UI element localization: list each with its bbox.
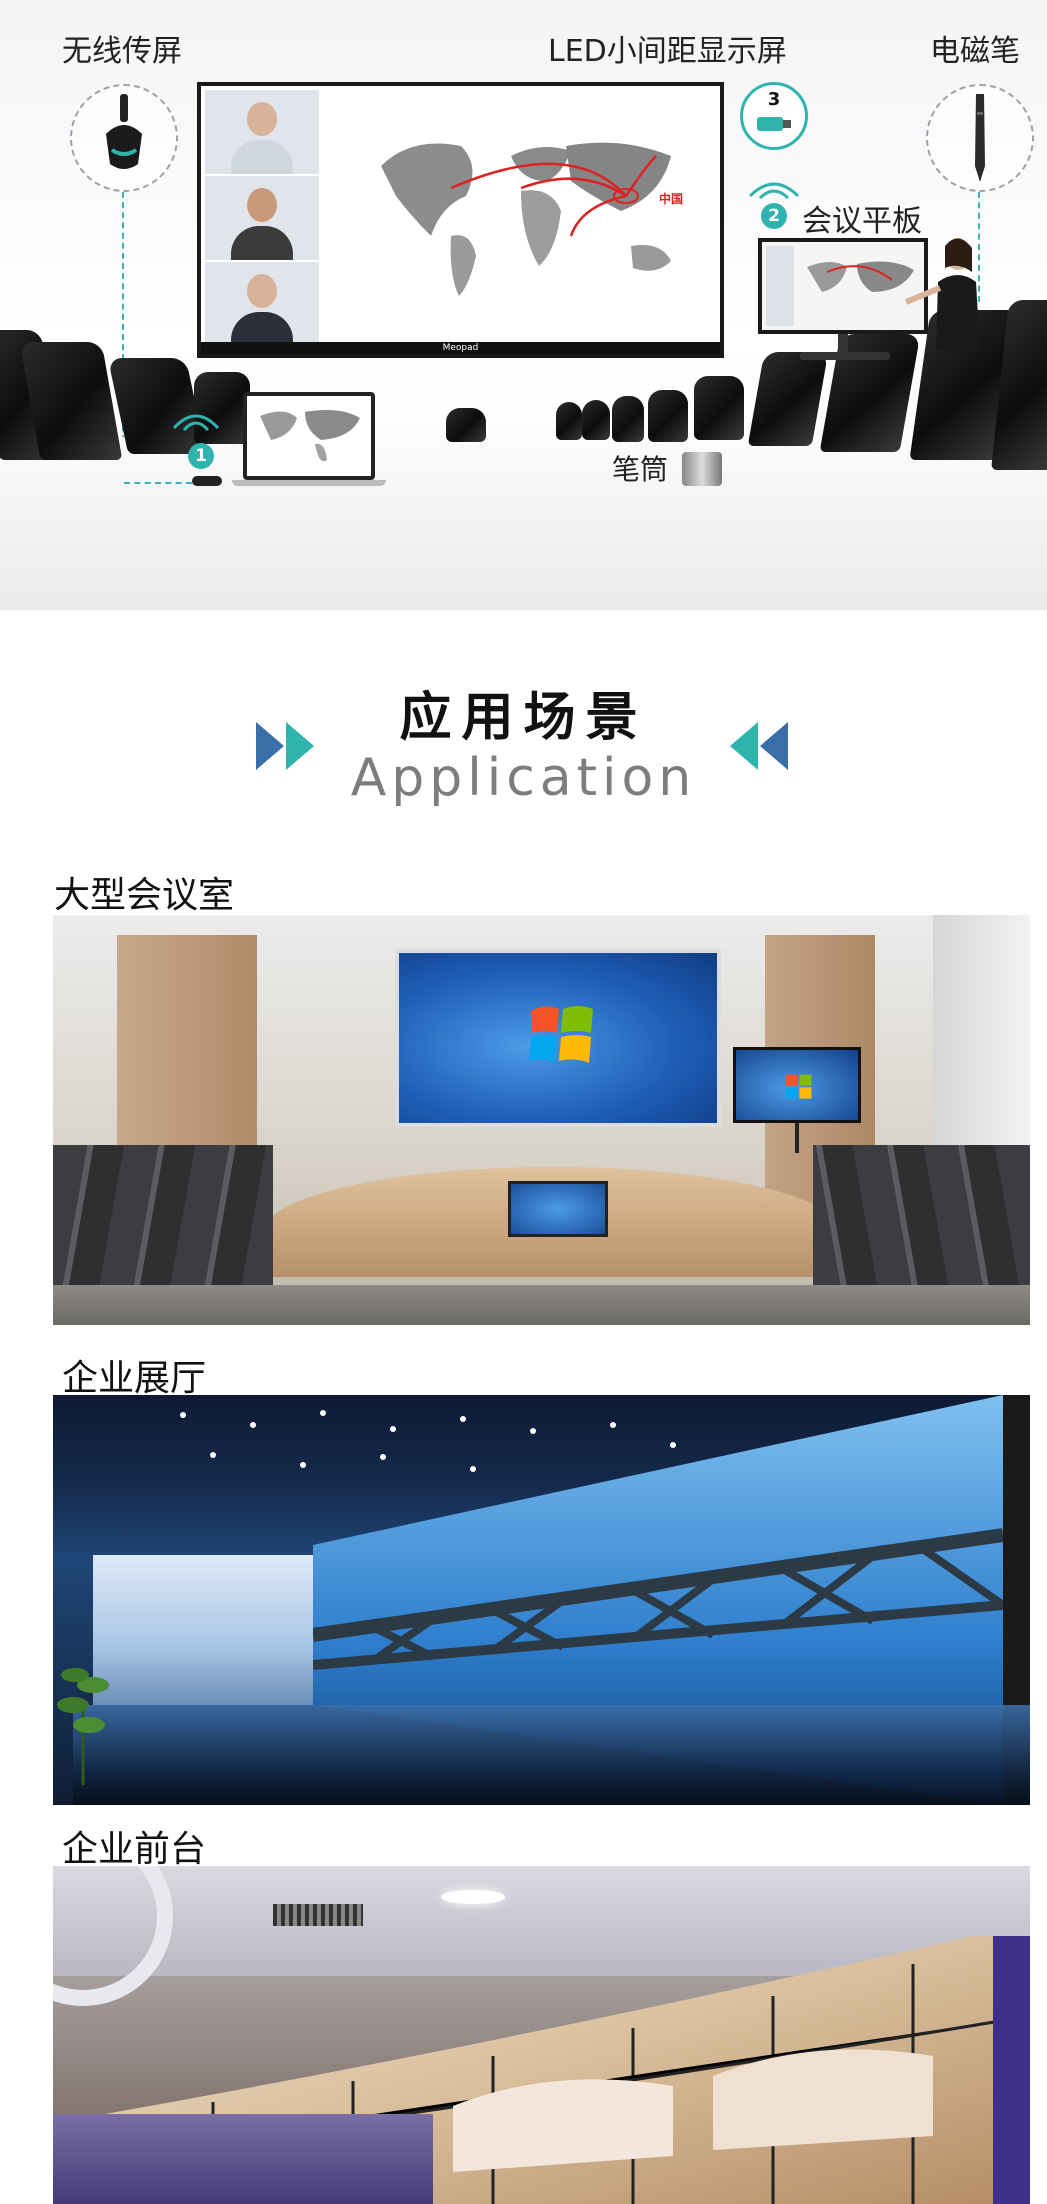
step2-badge: 2	[761, 203, 787, 229]
map-label-china: 中国	[659, 192, 684, 206]
chair	[694, 376, 744, 440]
presenter-figure	[904, 238, 980, 350]
wifi-signal-icon	[172, 414, 220, 432]
led-wall-left	[93, 1555, 313, 1705]
laptop-map-graphic	[260, 410, 360, 462]
conference-room-photo	[53, 915, 1030, 1325]
arrow-left-icon	[730, 722, 788, 770]
chair	[556, 402, 582, 440]
scene-title-front-desk: 企业前台	[62, 1829, 207, 1870]
hdmi-receiver-icon	[757, 117, 791, 131]
wireless-dongle-circle	[70, 84, 178, 192]
showroom-photo	[53, 1395, 1030, 1805]
table-laptop-screen	[508, 1181, 608, 1237]
chair	[582, 400, 610, 440]
video-participant-tile	[205, 176, 319, 262]
participant-body	[231, 226, 293, 260]
step3-number: 3	[767, 89, 781, 110]
hero-infographic: 无线传屏 LED小间距显示屏 电磁笔 3 中国 Meopad 2 会议平板 1 …	[0, 0, 1047, 610]
side-display-screen	[733, 1047, 861, 1123]
screen-brand-footer: Meopad	[201, 342, 720, 354]
front-desk-photo	[53, 1866, 1030, 2204]
scene-title-conference-room: 大型会议室	[54, 875, 235, 916]
connector-line-laptop	[124, 482, 192, 484]
label-electromagnetic-pen: 电磁笔	[930, 34, 1020, 69]
stylus-icon	[975, 94, 985, 182]
potted-plant	[57, 1668, 109, 1785]
participant-face	[247, 188, 277, 222]
video-participant-tile	[205, 90, 319, 176]
label-pen-holder: 笔筒	[612, 453, 669, 486]
tablet-stand-base	[800, 352, 890, 360]
wifi-signal-icon	[748, 182, 800, 200]
section-title-en: Application	[350, 748, 697, 808]
chair	[446, 408, 486, 442]
label-wireless-casting: 无线传屏	[62, 34, 182, 69]
floor	[53, 1285, 1030, 1325]
chair	[612, 396, 644, 442]
participant-body	[231, 140, 293, 174]
ceiling-vent	[273, 1904, 363, 1926]
wireless-dongle-icon	[106, 94, 142, 169]
wireless-dongle-on-table	[192, 476, 222, 486]
ceiling-light	[441, 1890, 505, 1904]
laptop-base	[232, 480, 386, 486]
world-map-graphic	[381, 142, 671, 296]
windows-logo-icon	[785, 1074, 812, 1099]
participant-body	[231, 312, 293, 346]
step3-circle: 3	[740, 82, 808, 150]
label-led-display: LED小间距显示屏	[548, 34, 787, 69]
tablet-video-strip	[766, 246, 794, 326]
scene-title-showroom: 企业展厅	[62, 1358, 207, 1399]
reflective-floor	[73, 1705, 1030, 1805]
section-title-zh: 应用场景	[399, 688, 648, 748]
participant-face	[247, 274, 277, 308]
laptop-screen	[243, 392, 375, 480]
reception-desk	[53, 2114, 433, 2204]
display-stand	[795, 1123, 799, 1153]
step1-badge: 1	[188, 443, 214, 469]
pen-holder-icon	[682, 452, 722, 486]
chair	[648, 390, 688, 442]
led-display-screen: 中国 Meopad	[197, 82, 724, 358]
participant-face	[247, 102, 277, 136]
windows-logo-icon	[529, 1006, 593, 1063]
wall-display-screen	[395, 949, 721, 1127]
video-participant-tile	[205, 262, 319, 348]
pen-circle	[926, 84, 1034, 192]
